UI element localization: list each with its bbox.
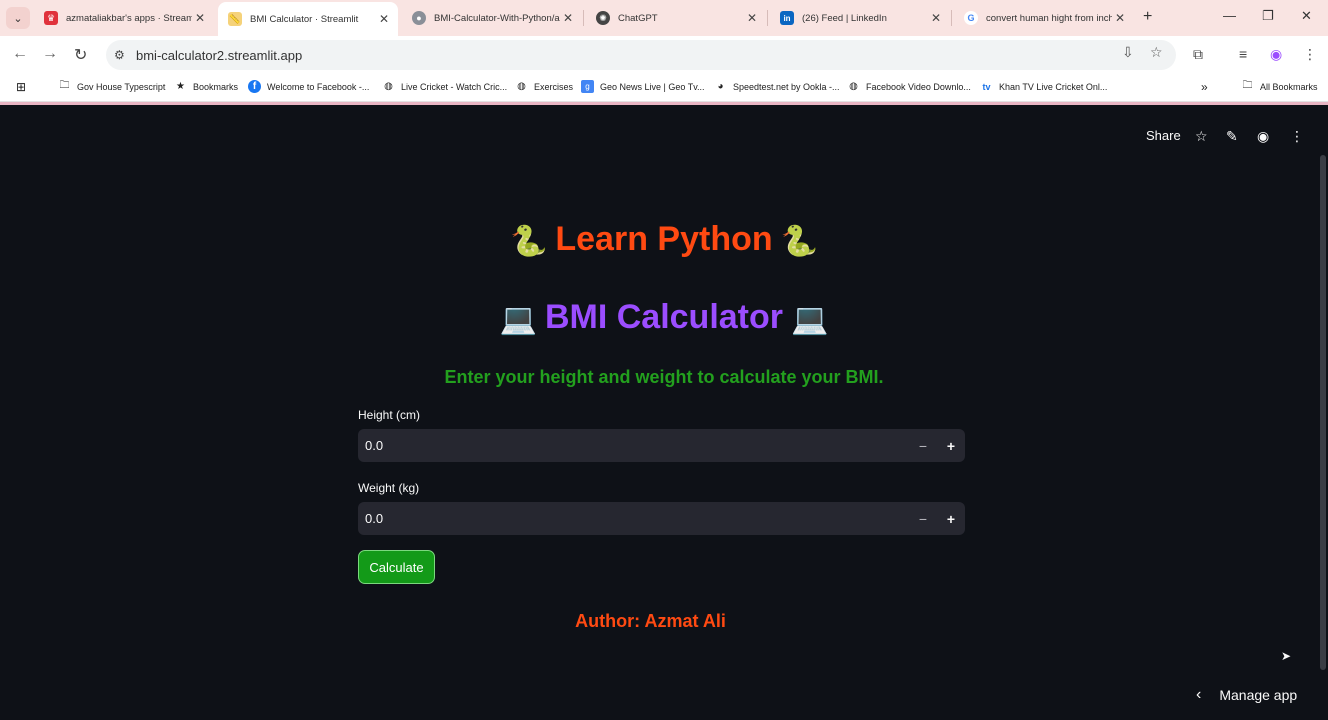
weight-label: Weight (kg) [358, 481, 420, 495]
weight-decrement-button[interactable]: − [909, 502, 937, 535]
bookmark-item[interactable]: 🗀 Gov House Typescript [58, 80, 166, 93]
globe-icon: ◍ [517, 81, 526, 92]
instruction-text: Enter your height and weight to calculat… [444, 367, 884, 387]
edit-pencil-icon[interactable]: ✎ [1226, 128, 1238, 145]
tab-google[interactable]: G convert human hight from inch ✕ [954, 4, 1134, 32]
tab-streamlit-apps[interactable]: ♛ azmataliakbar's apps · Streamlit ✕ [34, 4, 214, 32]
forward-arrow-icon[interactable]: → [42, 45, 58, 63]
tab-divider [767, 10, 768, 26]
chatgpt-icon: ✺ [596, 11, 610, 25]
close-icon[interactable]: ✕ [744, 11, 760, 25]
folder-icon: 🗀 [59, 80, 70, 91]
height-increment-button[interactable]: + [937, 429, 965, 462]
github-icon: ● [412, 11, 426, 25]
tab-divider [951, 10, 952, 26]
height-field[interactable] [358, 438, 909, 453]
github-icon[interactable]: ◉ [1257, 128, 1269, 145]
geo-icon: g [581, 80, 594, 93]
ruler-icon: 📏 [228, 12, 242, 26]
bookmark-item[interactable]: tv Khan TV Live Cricket Onl... [980, 80, 1107, 93]
globe-icon: ◍ [384, 81, 393, 92]
calculate-button[interactable]: Calculate [358, 550, 435, 584]
close-icon[interactable]: ✕ [928, 11, 944, 25]
chevron-left-icon: ‹ [1196, 686, 1202, 703]
weight-input: − + [358, 502, 965, 535]
star-icon[interactable]: ☆ [1195, 128, 1208, 145]
app-subtitle: 💻 BMI Calculator 💻 [499, 298, 829, 336]
extensions-icon[interactable]: ⧉ [1193, 46, 1203, 63]
height-decrement-button[interactable]: − [909, 429, 937, 462]
restore-icon[interactable]: ❐ [1262, 8, 1274, 24]
window-close-icon[interactable]: ✕ [1301, 8, 1312, 24]
bookmark-item[interactable]: ★ Bookmarks [174, 80, 238, 93]
tab-chatgpt[interactable]: ✺ ChatGPT ✕ [586, 4, 766, 32]
mouse-cursor-icon: ➤ [1281, 649, 1292, 663]
streamlit-crown-icon: ♛ [44, 11, 58, 25]
reload-icon[interactable]: ↻ [74, 45, 87, 65]
folder-icon: 🗀 [1242, 80, 1253, 91]
author-text: Author: Azmat Ali [575, 611, 726, 631]
weight-increment-button[interactable]: + [937, 502, 965, 535]
all-bookmarks[interactable]: 🗀 All Bookmarks [1241, 80, 1318, 93]
more-bookmarks-icon[interactable]: » [1201, 80, 1208, 94]
linkedin-icon: in [780, 11, 794, 25]
bookmark-item[interactable]: ◍ Live Cricket - Watch Cric... [382, 80, 507, 93]
tv-icon: tv [982, 81, 991, 92]
laptop-icon: 💻 [499, 302, 537, 336]
close-icon[interactable]: ✕ [192, 11, 208, 25]
manage-app-button[interactable]: ‹ Manage app [1196, 686, 1297, 704]
bookmark-item[interactable]: g Geo News Live | Geo Tv... [581, 80, 705, 93]
share-button[interactable]: Share [1146, 128, 1181, 143]
bookmark-star-icon[interactable]: ☆ [1150, 44, 1163, 61]
bookmark-item[interactable]: f Welcome to Facebook -... [248, 80, 369, 93]
main-menu-icon[interactable]: ⋮ [1290, 128, 1304, 145]
back-arrow-icon[interactable]: ← [12, 45, 28, 63]
media-controls-icon[interactable]: ≡ [1239, 46, 1247, 62]
streamlit-app: Share ☆ ✎ ◉ ⋮ 🐍 Learn Python 🐍 💻 BMI Calcul… [0, 105, 1328, 720]
star-icon: ★ [176, 81, 185, 92]
scrollbar[interactable] [1320, 155, 1326, 670]
height-input: − + [358, 429, 965, 462]
weight-field[interactable] [358, 511, 909, 526]
laptop-icon: 💻 [791, 302, 829, 336]
tab-github[interactable]: ● BMI-Calculator-With-Python/ap ✕ [402, 4, 582, 32]
install-app-icon[interactable]: ⇩ [1122, 44, 1134, 61]
chrome-menu-icon[interactable]: ⋮ [1303, 46, 1317, 63]
tab-search-button[interactable]: ⌄ [6, 7, 30, 29]
snake-icon: 🐍 [510, 224, 548, 258]
site-info-icon[interactable]: ⚙ [114, 48, 130, 62]
tab-bmi-calculator[interactable]: 📏 BMI Calculator · Streamlit ✕ [218, 2, 398, 36]
close-icon[interactable]: ✕ [376, 12, 392, 26]
height-label: Height (cm) [358, 408, 421, 422]
address-bar[interactable]: ⚙ bmi-calculator2.streamlit.app [106, 40, 1176, 70]
browser-toolbar: ← → ↻ ⚙ bmi-calculator2.streamlit.app ⇩ … [0, 36, 1328, 74]
snake-icon: 🐍 [780, 224, 818, 258]
new-tab-plus-icon[interactable]: + [1143, 8, 1152, 26]
tab-linkedin[interactable]: in (26) Feed | LinkedIn ✕ [770, 4, 950, 32]
google-icon: G [964, 11, 978, 25]
facebook-icon: f [248, 80, 261, 93]
minimize-icon[interactable]: — [1223, 8, 1236, 23]
page-title: 🐍 Learn Python 🐍 [510, 220, 818, 258]
bookmark-item[interactable]: ◍ Facebook Video Downlo... [847, 80, 971, 93]
close-icon[interactable]: ✕ [560, 11, 576, 25]
globe-icon: ◍ [849, 81, 858, 92]
speedtest-icon: ◕ [717, 81, 724, 92]
close-icon[interactable]: ✕ [1112, 11, 1128, 25]
profile-avatar-icon[interactable]: ◉ [1270, 46, 1282, 63]
bookmarks-bar: ⊞ 🗀 Gov House Typescript ★ Bookmarks f Welc… [0, 74, 1328, 102]
bookmark-item[interactable]: ◕ Speedtest.net by Ookla -... [714, 80, 839, 93]
url-text[interactable]: bmi-calculator2.streamlit.app [136, 48, 302, 63]
apps-grid-icon[interactable]: ⊞ [16, 80, 26, 94]
bookmark-item[interactable]: ◍ Exercises [515, 80, 573, 93]
tab-divider [583, 10, 584, 26]
tab-strip: ⌄ ♛ azmataliakbar's apps · Streamlit ✕ 📏… [0, 0, 1328, 36]
